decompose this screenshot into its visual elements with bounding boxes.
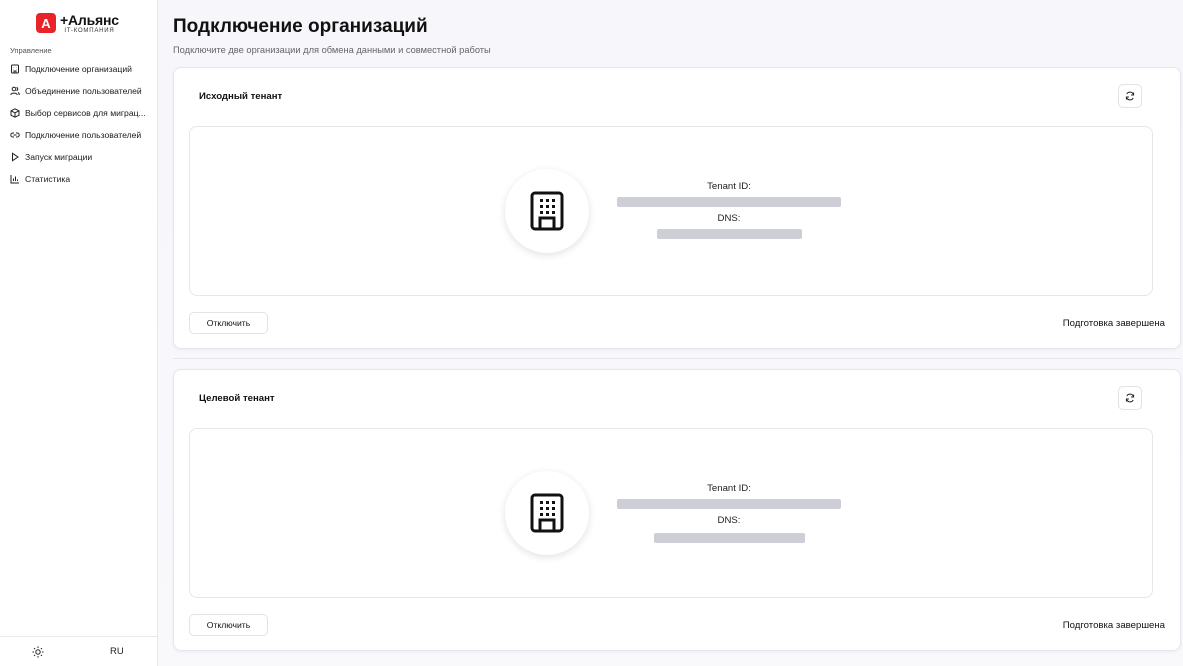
app-root: А +Альянс IT-КОМПАНИЯ Управление Подключ… [0,0,1183,666]
sidebar-item-connect-users[interactable]: Подключение пользователей [10,124,157,146]
sidebar: А +Альянс IT-КОМПАНИЯ Управление Подключ… [0,0,158,666]
organization-avatar [505,169,589,253]
tenant-id-value-redacted [617,197,841,207]
organization-avatar [505,471,589,555]
sidebar-item-label: Статистика [25,174,71,184]
disconnect-button[interactable]: Отключить [189,312,268,334]
refresh-icon [1125,91,1135,101]
sidebar-item-label: Выбор сервисов для миграц... [25,108,146,118]
sidebar-item-start-migration[interactable]: Запуск миграции [10,146,157,168]
dns-value-redacted [654,533,805,543]
brand-mark: А [36,13,56,33]
building-icon [11,64,19,74]
source-tenant-card: Исходный тенант Tenant ID: DNS: Отключит… [173,67,1181,349]
dns-value-redacted [657,229,802,239]
sidebar-section-label: Управление [10,46,52,55]
disconnect-button[interactable]: Отключить [189,614,268,636]
tenant-id-label: Tenant ID: [707,181,751,192]
sidebar-item-label: Подключение организаций [25,64,132,74]
status-text: Подготовка завершена [1062,318,1165,329]
sidebar-item-connect-organizations[interactable]: Подключение организаций [10,58,157,80]
card-title: Целевой тенант [199,393,275,404]
tenant-id-value-redacted [617,499,841,509]
brand-text: +Альянс IT-КОМПАНИЯ [60,13,119,34]
section-divider [173,358,1181,359]
brand-subtitle: IT-КОМПАНИЯ [64,27,115,34]
sidebar-item-label: Подключение пользователей [25,130,142,140]
building-icon [530,191,564,231]
users-icon [10,86,20,96]
chart-icon [10,175,19,184]
main-content: Подключение организаций Подключите две о… [158,0,1183,666]
tenant-info-panel: Tenant ID: DNS: [189,126,1153,296]
sidebar-footer: RU [0,636,157,666]
tenant-id-label: Tenant ID: [707,483,751,494]
tenant-info-panel: Tenant ID: DNS: [189,428,1153,598]
building-icon [530,493,564,533]
refresh-button[interactable] [1118,84,1142,108]
dns-label: DNS: [717,213,741,224]
sidebar-nav: Подключение организаций Объединение поль… [0,58,157,190]
sidebar-item-merge-users[interactable]: Объединение пользователей [10,80,157,102]
sidebar-item-select-services[interactable]: Выбор сервисов для миграц... [10,102,157,124]
page-subtitle: Подключите две организации для обмена да… [173,45,491,55]
sidebar-item-statistics[interactable]: Статистика [10,168,157,190]
sidebar-item-label: Запуск миграции [25,152,93,162]
brand-name: +Альянс [60,11,119,28]
play-icon [12,152,19,162]
dns-label: DNS: [717,515,741,526]
page-title: Подключение организаций [173,16,428,37]
brand-logo[interactable]: А +Альянс IT-КОМПАНИЯ [0,0,157,38]
sun-icon[interactable] [32,646,44,658]
card-title: Исходный тенант [199,91,283,102]
sidebar-item-label: Объединение пользователей [25,86,142,96]
link-icon [10,132,20,138]
refresh-icon [1125,393,1135,403]
language-switcher[interactable]: RU [110,646,124,657]
status-text: Подготовка завершена [1062,620,1165,631]
refresh-button[interactable] [1118,386,1142,410]
box-icon [10,108,20,118]
target-tenant-card: Целевой тенант Tenant ID: DNS: Отключить… [173,369,1181,651]
